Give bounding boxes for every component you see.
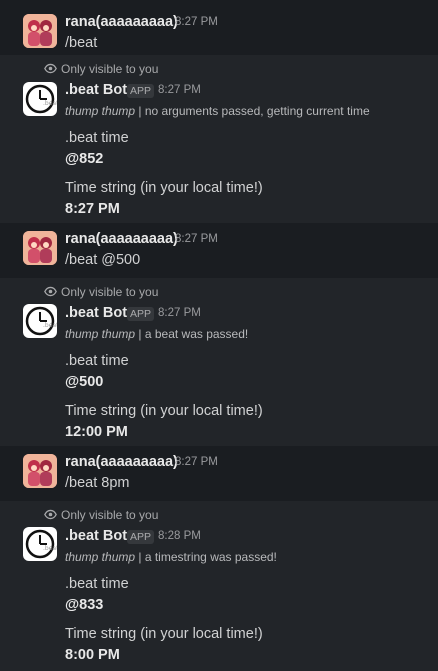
user-avatar[interactable] (23, 14, 57, 48)
time-string-value: 8:00 PM (65, 647, 120, 663)
beat-value: @500 (65, 374, 104, 390)
beat-value: @833 (65, 597, 104, 613)
bot-name[interactable]: .beat Bot (65, 305, 127, 321)
status-note: thump thump | a beat was passed! (65, 327, 248, 341)
app-badge: APP (127, 307, 155, 321)
beat-label: .beat time (65, 576, 129, 592)
svg-text:.beat: .beat (43, 545, 57, 552)
message-text: /beat 8pm (65, 475, 130, 491)
time-string-label: Time string (in your local time!) (65, 180, 263, 196)
visibility-label: Only visible to you (61, 285, 159, 299)
svg-text:.beat: .beat (43, 322, 57, 329)
visibility-note: Only visible to you (44, 62, 158, 76)
bot-avatar[interactable]: .beat (23, 304, 57, 338)
time-string-value: 12:00 PM (65, 424, 128, 440)
clock-icon: .beat (25, 84, 57, 114)
user-message: rana(aaaaaaaaa) 8:27 PM /beat 8pm (0, 446, 438, 501)
user-message: rana(aaaaaaaaa) 8:27 PM /beat @500 (0, 223, 438, 278)
time-string-label: Time string (in your local time!) (65, 626, 263, 642)
eye-icon (44, 509, 57, 520)
username[interactable]: rana(aaaaaaaaa) (65, 14, 178, 30)
status-note: thump thump | no arguments passed, getti… (65, 104, 370, 118)
bot-reply: Only visible to you .beat .beat Bot APP … (0, 501, 438, 671)
timestamp[interactable]: 8:27 PM (175, 16, 218, 28)
beat-label: .beat time (65, 130, 129, 146)
username[interactable]: rana(aaaaaaaaa) (65, 454, 178, 470)
timestamp[interactable]: 8:28 PM (158, 530, 201, 542)
status-note: thump thump | a timestring was passed! (65, 550, 277, 564)
status-note-italic: thump thump (65, 104, 136, 118)
time-string-label: Time string (in your local time!) (65, 403, 263, 419)
status-note-italic: thump thump (65, 550, 136, 564)
bot-name[interactable]: .beat Bot (65, 82, 127, 98)
app-badge: APP (127, 84, 155, 98)
app-badge: APP (127, 530, 155, 544)
svg-text:.beat: .beat (43, 100, 57, 107)
message-text: /beat @500 (65, 252, 141, 268)
user-message: rana(aaaaaaaaa) 8:27 PM /beat (0, 0, 438, 55)
bot-reply: Only visible to you .beat .beat Bot APP … (0, 278, 438, 446)
user-avatar[interactable] (23, 454, 57, 488)
clock-icon: .beat (25, 306, 57, 336)
username[interactable]: rana(aaaaaaaaa) (65, 231, 178, 247)
user-avatar[interactable] (23, 231, 57, 265)
bot-avatar[interactable]: .beat (23, 527, 57, 561)
visibility-note: Only visible to you (44, 285, 158, 299)
bot-reply: Only visible to you .beat .beat Bot APP … (0, 55, 438, 223)
status-note-text: | no arguments passed, getting current t… (135, 104, 370, 118)
timestamp[interactable]: 8:27 PM (175, 456, 218, 468)
status-note-text: | a timestring was passed! (135, 550, 277, 564)
eye-icon (44, 63, 57, 74)
bot-avatar[interactable]: .beat (23, 82, 57, 116)
beat-label: .beat time (65, 353, 129, 369)
timestamp[interactable]: 8:27 PM (158, 307, 201, 319)
time-string-value: 8:27 PM (65, 201, 120, 217)
message-text: /beat (65, 35, 98, 51)
beat-value: @852 (65, 151, 104, 167)
visibility-label: Only visible to you (61, 508, 159, 522)
timestamp[interactable]: 8:27 PM (175, 233, 218, 245)
clock-icon: .beat (25, 529, 57, 559)
status-note-italic: thump thump (65, 327, 136, 341)
bot-name[interactable]: .beat Bot (65, 528, 127, 544)
timestamp[interactable]: 8:27 PM (158, 84, 201, 96)
eye-icon (44, 286, 57, 297)
status-note-text: | a beat was passed! (135, 327, 249, 341)
visibility-note: Only visible to you (44, 508, 158, 522)
visibility-label: Only visible to you (61, 62, 159, 76)
